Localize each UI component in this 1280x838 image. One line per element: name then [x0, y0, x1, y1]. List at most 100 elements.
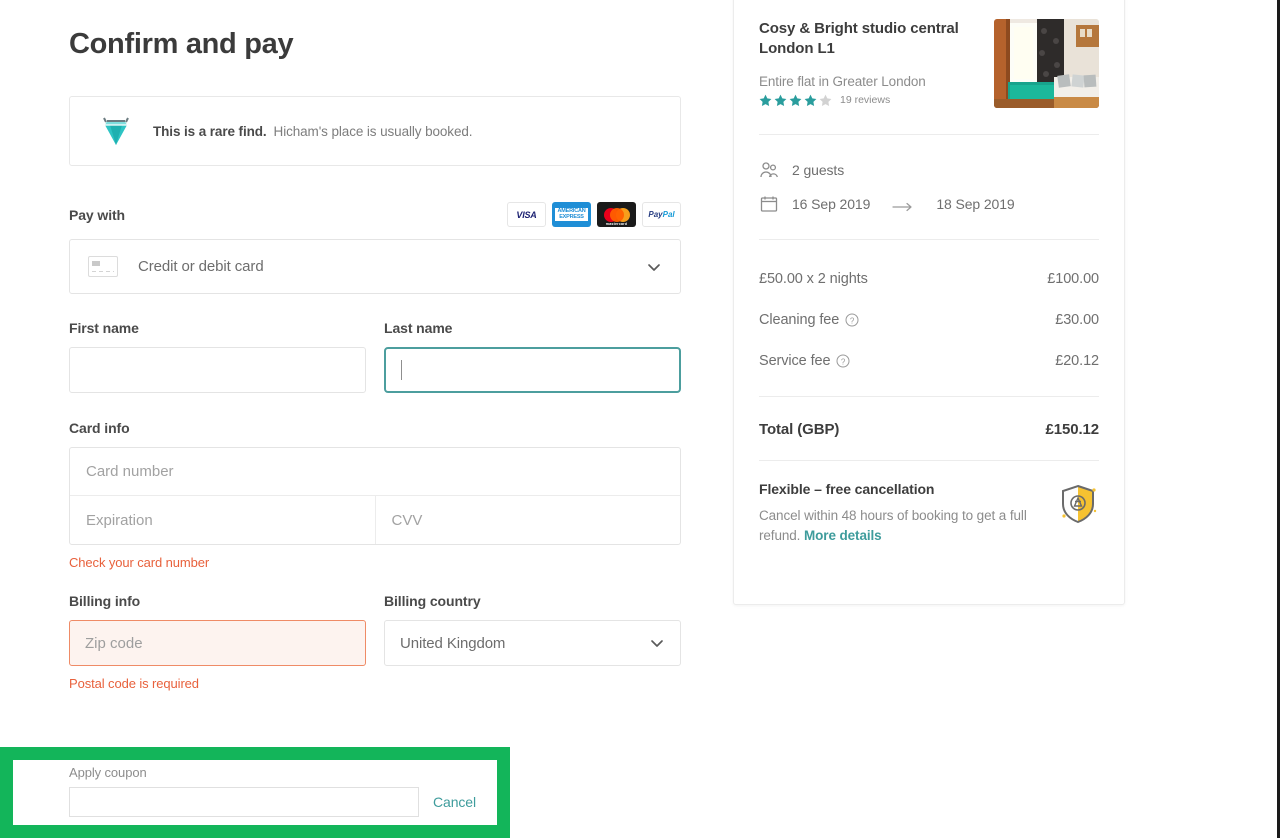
last-name-group: Last name: [384, 320, 681, 393]
payment-method-select[interactable]: Credit or debit card: [69, 239, 681, 294]
price-row-label: Service fee: [759, 352, 831, 369]
coupon-row: Cancel: [69, 787, 489, 817]
card-info-box: Card number Expiration CVV: [69, 447, 681, 545]
total-row: Total (GBP) £150.12: [759, 397, 1099, 460]
chevron-down-icon: [646, 259, 662, 275]
cancellation-title: Flexible – free cancellation: [759, 481, 935, 497]
first-name-input[interactable]: [69, 347, 366, 393]
price-row: Cleaning fee ? £30.00: [759, 299, 1099, 340]
price-row-amount: £30.00: [1055, 311, 1099, 328]
rare-find-headline: This is a rare find.: [153, 123, 267, 139]
pay-with-label: Pay with: [69, 206, 125, 223]
price-row-label-wrap: Cleaning fee ?: [759, 312, 859, 328]
billing-info-group: Billing info Zip code: [69, 593, 366, 666]
card-number-input[interactable]: Card number: [70, 448, 680, 496]
checkout-page: Confirm and pay This is a rare find. Hich…: [0, 0, 1280, 838]
rating-row: 19 reviews: [759, 94, 980, 107]
coupon-section: Apply coupon Cancel: [69, 765, 489, 817]
price-row: Service fee ? £20.12: [759, 340, 1099, 381]
card-expiry-cvv-row: Expiration CVV: [70, 496, 680, 544]
rare-find-message: This is a rare find. Hicham's place is us…: [153, 123, 473, 139]
name-fields-row: First name Last name: [69, 320, 681, 393]
guests-value: 2 guests: [792, 162, 845, 178]
expiration-placeholder: Expiration: [86, 511, 153, 529]
check-out-date: 18 Sep 2019: [936, 196, 1015, 212]
checkout-form-column: Confirm and pay This is a rare find. Hich…: [69, 0, 681, 691]
calendar-icon: [759, 194, 779, 214]
price-row-amount: £20.12: [1055, 352, 1099, 369]
listing-title: Cosy & Bright studio central London L1: [759, 20, 959, 58]
credit-card-icon: [88, 256, 118, 277]
price-row-label: £50.00 x 2 nights: [759, 270, 868, 287]
zip-code-error: Postal code is required: [69, 676, 199, 691]
first-name-group: First name: [69, 320, 366, 393]
svg-text:?: ?: [850, 316, 855, 325]
guests-icon: [759, 160, 779, 180]
rare-find-banner: This is a rare find. Hicham's place is us…: [69, 96, 681, 166]
info-icon[interactable]: ?: [845, 313, 859, 327]
price-row-label: Cleaning fee: [759, 311, 840, 328]
last-name-label: Last name: [384, 320, 453, 336]
billing-country-select[interactable]: United Kingdom: [384, 620, 681, 666]
amex-logo: AMERICAN EXPRESS: [552, 202, 591, 227]
cancellation-text: Flexible – free cancellation Cancel with…: [759, 481, 1045, 545]
price-breakdown: £50.00 x 2 nights £100.00 Cleaning fee ?…: [759, 240, 1099, 381]
coupon-input[interactable]: [69, 787, 419, 817]
star-icon: [759, 94, 772, 107]
listing-thumbnail: [994, 19, 1099, 108]
cvv-placeholder: CVV: [391, 511, 423, 529]
mastercard-logo: mastercard: [597, 202, 636, 227]
zip-code-input[interactable]: Zip code: [69, 620, 366, 666]
cvv-input[interactable]: CVV: [376, 496, 681, 544]
paypal-logo: Pay Pal: [642, 202, 681, 227]
price-row-amount: £100.00: [1047, 270, 1099, 287]
card-number-error: Check your card number: [69, 555, 210, 570]
star-icon-empty: [819, 94, 832, 107]
first-name-label: First name: [69, 320, 139, 336]
billing-country-label: Billing country: [384, 593, 481, 609]
arrow-right-icon: [892, 199, 914, 212]
shield-icon: [1057, 483, 1099, 525]
billing-country-value: United Kingdom: [400, 634, 506, 652]
page-title: Confirm and pay: [69, 28, 294, 60]
last-name-input[interactable]: [384, 347, 681, 393]
price-row: £50.00 x 2 nights £100.00: [759, 258, 1099, 299]
star-icon: [774, 94, 787, 107]
cancellation-description: Cancel within 48 hours of booking to get…: [759, 508, 1027, 543]
price-row-label-wrap: Service fee ?: [759, 353, 850, 369]
text-caret: [401, 360, 402, 380]
info-icon[interactable]: ?: [836, 354, 850, 368]
rare-find-subtext: Hicham's place is usually booked.: [273, 123, 473, 139]
coupon-cancel-button[interactable]: Cancel: [433, 794, 476, 810]
total-label: Total (GBP): [759, 421, 840, 438]
dates-row: 16 Sep 2019 18 Sep 2019: [759, 187, 1099, 221]
accepted-card-logos: VISA AMERICAN EXPRESS mastercard Pay Pal: [507, 202, 681, 227]
review-count: 19 reviews: [840, 94, 891, 106]
card-info-label: Card info: [69, 420, 130, 436]
gem-icon: [101, 115, 131, 147]
stay-info: 2 guests 16 Sep 2019 18 Sep 2019: [759, 135, 1099, 225]
expiration-input[interactable]: Expiration: [70, 496, 376, 544]
billing-country-group: Billing country United Kingdom: [384, 593, 681, 666]
listing-header: Cosy & Bright studio central London L1 E…: [759, 0, 1099, 108]
star-icon: [789, 94, 802, 107]
cancellation-body: Cancel within 48 hours of booking to get…: [759, 506, 1045, 545]
listing-subtitle: Entire flat in Greater London: [759, 73, 926, 89]
billing-info-label: Billing info: [69, 593, 141, 609]
star-icon: [804, 94, 817, 107]
check-in-date: 16 Sep 2019: [792, 196, 871, 212]
payment-method-value: Credit or debit card: [138, 258, 264, 275]
listing-text: Cosy & Bright studio central London L1 E…: [759, 19, 980, 108]
total-amount: £150.12: [1045, 421, 1099, 438]
svg-text:?: ?: [841, 357, 846, 366]
billing-row: Billing info Zip code Billing country Un…: [69, 593, 681, 666]
coupon-label: Apply coupon: [69, 765, 147, 780]
guests-row: 2 guests: [759, 153, 1099, 187]
booking-summary-card: Cosy & Bright studio central London L1 E…: [733, 0, 1125, 605]
zip-code-placeholder: Zip code: [85, 634, 143, 652]
chevron-down-icon: [649, 635, 665, 651]
visa-logo: VISA: [507, 202, 546, 227]
pay-with-row: Pay with VISA AMERICAN EXPRESS mastercard…: [69, 202, 681, 227]
more-details-link[interactable]: More details: [804, 528, 882, 543]
cancellation-policy: Flexible – free cancellation Cancel with…: [759, 461, 1099, 545]
